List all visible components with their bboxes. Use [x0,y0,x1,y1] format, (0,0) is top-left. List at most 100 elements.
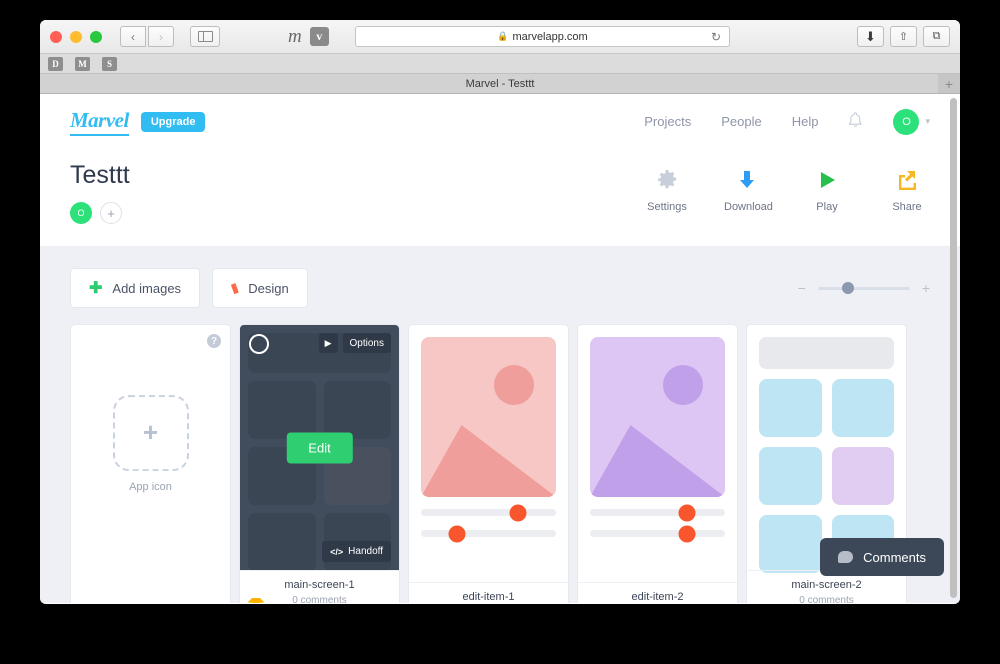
download-label: Download [724,201,773,213]
mock-tile [759,515,822,573]
screen-name: edit-item-1 [462,591,515,603]
browser-toolbar: ‹ › m v 🔒 marvelapp.com ↻ ⬇ ⇧ ⧉ [40,20,960,54]
design-label: Design [248,280,289,296]
nav-help[interactable]: Help [792,114,819,129]
maximize-window-button[interactable] [90,30,102,43]
minimize-window-button[interactable] [70,30,82,43]
screen-card-edit-item-2[interactable]: edit-item-2 0 comments [577,324,738,603]
sun-circle-shape [494,365,534,405]
toolbar-right-buttons: ⬇ ⇧ ⧉ [857,26,950,47]
plus-icon: ✚ [89,280,103,297]
play-action[interactable]: Play [804,167,850,213]
new-tab-button[interactable]: + [938,74,960,93]
nav-projects[interactable]: Projects [644,114,691,129]
bookmarks-bar: D M S [40,54,960,74]
bookmark-d[interactable]: D [48,56,63,71]
zoom-slider[interactable] [817,282,910,294]
nav-people[interactable]: People [721,114,761,129]
help-icon[interactable]: ? [207,334,221,348]
project-members: O + [70,202,130,224]
add-app-icon-button[interactable]: + [112,394,189,471]
handoff-button[interactable]: </> Handoff [322,541,391,562]
user-menu[interactable]: O ▾ [893,108,930,135]
window-controls [50,30,102,43]
browser-window: ‹ › m v 🔒 marvelapp.com ↻ ⬇ ⇧ ⧉ D M S Ma… [40,20,960,604]
back-button[interactable]: ‹ [120,26,146,47]
settings-action[interactable]: Settings [644,167,690,213]
mountain-shape [421,425,556,497]
app-icon-placeholder[interactable]: + App icon [112,394,189,493]
bookmark-s[interactable]: S [102,56,117,71]
options-button[interactable]: Options [342,333,391,353]
close-window-button[interactable] [50,30,62,43]
download-arrow-icon [724,167,770,193]
share-button[interactable]: ⇧ [890,26,917,47]
add-images-label: Add images [112,280,182,296]
bell-icon[interactable] [848,111,863,132]
settings-label: Settings [647,201,687,213]
sidebar-toggle-button[interactable] [190,26,220,47]
mock-tile [248,381,316,439]
address-bar[interactable]: 🔒 marvelapp.com ↻ [355,26,730,47]
slider-track[interactable] [421,525,556,542]
mountain-shape [590,425,725,497]
slider-handle[interactable] [678,525,696,542]
slider-handle[interactable] [678,504,696,521]
slider-track[interactable] [421,504,556,521]
forward-button[interactable]: › [148,26,174,47]
comments-label: Comments [863,549,926,565]
share-action[interactable]: Share [884,167,930,213]
tabs-button[interactable]: ⧉ [923,26,950,47]
project-actions: Settings Download Play Share [644,161,930,213]
play-screen-button[interactable]: ▶ [318,333,338,353]
zoom-out-button[interactable]: − [798,280,806,296]
tab-marvel-testtt[interactable]: Marvel - Testtt [40,77,960,90]
project-title-block: Testtt O + Settings Download Play Share [40,149,960,246]
favorites-buttons: m v [288,27,329,46]
screen-name: main-screen-1 [284,579,355,591]
select-screen-checkbox[interactable] [249,334,269,354]
screen-card-edit-item-1[interactable]: edit-item-1 0 comments [408,324,569,603]
bookmark-m[interactable]: M [75,56,90,71]
add-images-button[interactable]: ✚ Add images [70,268,201,308]
edit-button[interactable]: Edit [286,432,353,463]
design-button[interactable]: ▮ Design [212,268,308,308]
add-member-button[interactable]: + [100,202,122,224]
download-action[interactable]: Download [724,167,773,213]
slider-handle[interactable] [509,504,527,521]
card-footer: edit-item-2 0 comments [578,582,737,603]
screen-card-main-screen-1[interactable]: ▶ Options Edit </> Handoff main-screen-1… [239,324,400,603]
image-placeholder [421,337,556,497]
gear-icon [644,167,690,193]
reload-icon[interactable]: ↻ [711,30,721,44]
marvel-logo[interactable]: Marvel [70,108,129,136]
card-footer: main-screen-1 0 comments [240,570,399,603]
mock-row [759,379,894,437]
zoom-slider-handle[interactable] [842,282,855,294]
zoom-in-button[interactable]: + [922,280,930,296]
content-toolbar: ✚ Add images ▮ Design − + [40,246,960,308]
slider-handle[interactable] [448,525,466,542]
slider-track[interactable] [590,525,725,542]
url-text: marvelapp.com [512,30,588,43]
chevron-down-icon: ▾ [925,116,930,126]
member-avatar[interactable]: O [70,202,92,224]
screen-preview: ▶ Options Edit </> Handoff [240,325,399,571]
sun-circle-shape [663,365,703,405]
upgrade-badge[interactable]: Upgrade [140,111,206,132]
downloads-button[interactable]: ⬇ [857,26,884,47]
screen-hover-tools: ▶ Options [318,333,391,353]
app-icon-card[interactable]: ? + App icon [70,324,231,603]
comments-button[interactable]: Comments [820,538,944,576]
mock-tile [759,379,822,437]
m-favicon[interactable]: m [288,27,302,46]
play-label: Play [816,201,838,213]
pencil-icon: ▮ [228,279,241,296]
handoff-label: Handoff [348,546,383,557]
page-scrollbar[interactable] [950,98,957,598]
v-favicon[interactable]: v [309,27,329,46]
sidebar-icon [197,31,213,42]
screen-preview [578,337,737,582]
slider-track[interactable] [590,504,725,521]
share-export-icon [884,167,930,193]
